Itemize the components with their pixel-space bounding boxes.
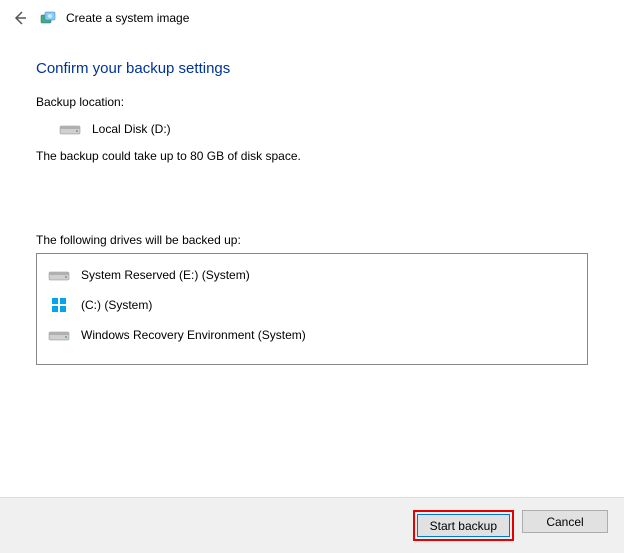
backup-location-row: Local Disk (D:) — [58, 121, 588, 137]
page-title: Confirm your backup settings — [36, 60, 588, 77]
footer: Start backup Cancel — [0, 497, 624, 553]
backup-location-value: Local Disk (D:) — [92, 122, 171, 136]
start-backup-button[interactable]: Start backup — [417, 514, 510, 537]
drives-label: The following drives will be backed up: — [36, 233, 588, 247]
drive-item: (C:) (System) — [37, 290, 587, 320]
disk-icon — [47, 267, 71, 283]
header-title: Create a system image — [66, 11, 189, 25]
drive-item: Windows Recovery Environment (System) — [37, 320, 587, 350]
cancel-button[interactable]: Cancel — [522, 510, 608, 533]
drive-item: System Reserved (E:) (System) — [37, 260, 587, 290]
highlight-box: Start backup — [413, 510, 514, 541]
system-image-icon — [40, 10, 56, 26]
content-area: Confirm your backup settings Backup loca… — [0, 36, 624, 365]
disk-icon — [47, 327, 71, 343]
drives-list: System Reserved (E:) (System) (C:) (Syst… — [36, 253, 588, 365]
wizard-header: Create a system image — [0, 0, 624, 36]
drive-label: System Reserved (E:) (System) — [81, 268, 250, 282]
disk-icon — [58, 121, 82, 137]
drive-label: Windows Recovery Environment (System) — [81, 328, 306, 342]
backup-location-label: Backup location: — [36, 95, 588, 109]
size-info: The backup could take up to 80 GB of dis… — [36, 149, 588, 163]
windows-icon — [47, 297, 71, 313]
drive-label: (C:) (System) — [81, 298, 152, 312]
back-button[interactable] — [10, 8, 30, 28]
